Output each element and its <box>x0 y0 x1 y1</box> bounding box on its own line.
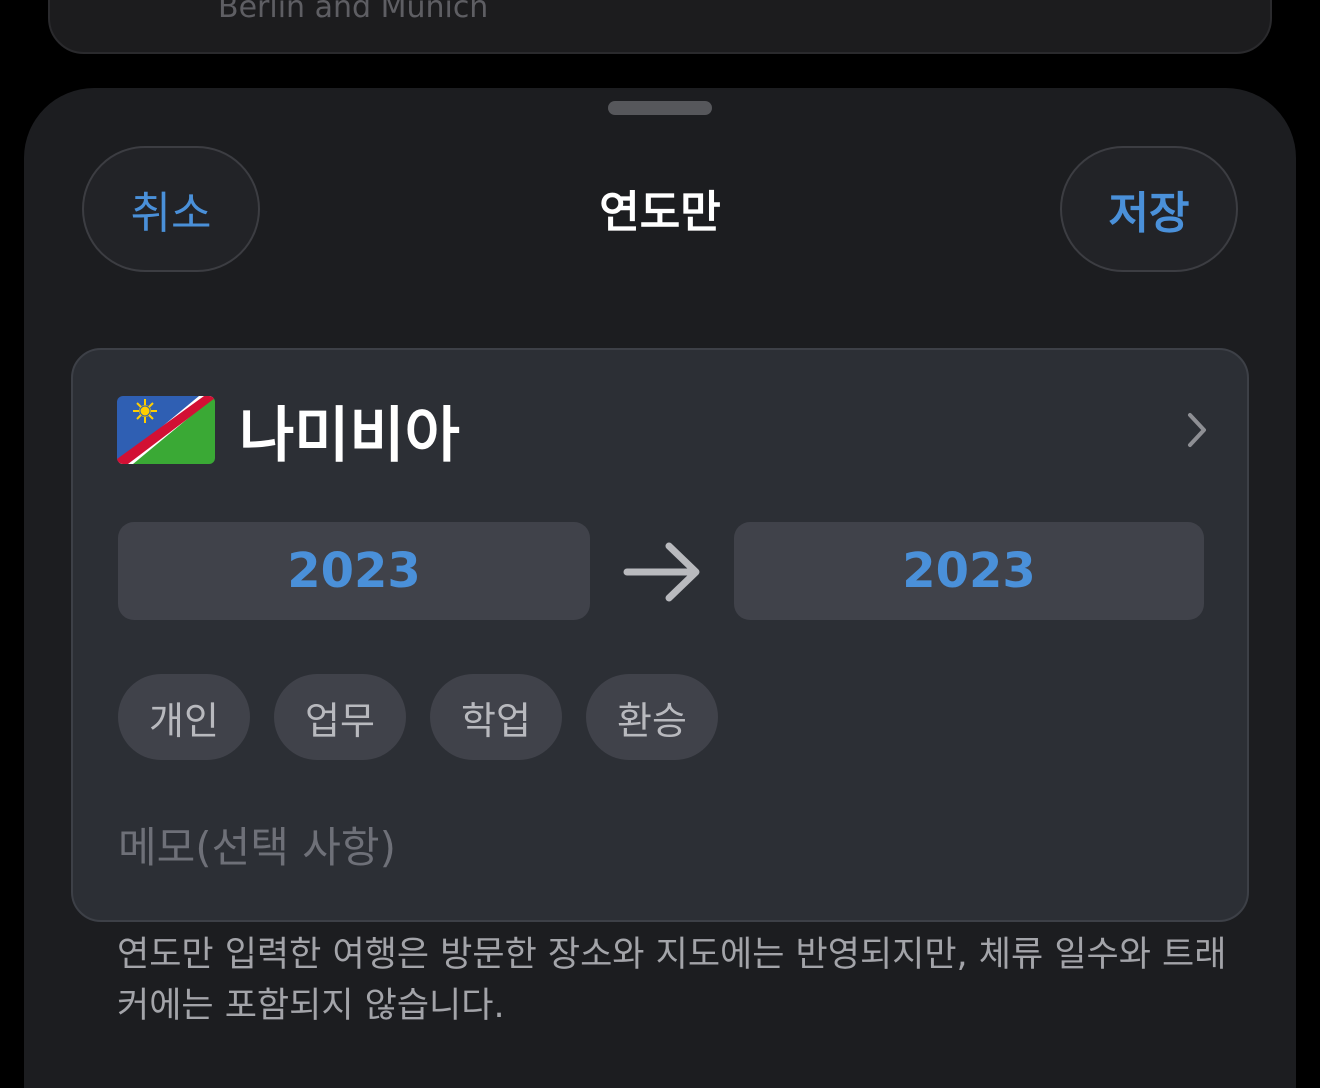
country-selector[interactable]: 나미비아 <box>117 390 1209 471</box>
tag-personal[interactable]: 개인 <box>118 674 250 760</box>
start-year-button[interactable]: 2023 <box>118 522 590 620</box>
background-trip-text: Berlin and Munich <box>218 0 489 25</box>
arrow-right-icon <box>623 542 700 602</box>
save-button[interactable]: 저장 <box>1060 146 1238 272</box>
end-year-button[interactable]: 2023 <box>734 522 1204 620</box>
tag-business[interactable]: 업무 <box>274 674 406 760</box>
trip-purpose-tags: 개인 업무 학업 환승 <box>118 674 718 760</box>
namibia-flag-icon <box>117 396 215 464</box>
tag-study[interactable]: 학업 <box>430 674 562 760</box>
chevron-right-icon <box>1188 413 1206 447</box>
background-trip-card[interactable]: Berlin and Munich <box>48 0 1272 54</box>
sheet-grabber[interactable] <box>608 101 712 115</box>
year-only-sheet: 취소 연도만 저장 나미비아 2023 2023 개인 업무 학업 환승 메모(… <box>24 88 1296 1088</box>
tag-transit[interactable]: 환승 <box>586 674 718 760</box>
memo-input[interactable]: 메모(선택 사항) <box>118 814 1198 874</box>
trip-card: 나미비아 2023 2023 개인 업무 학업 환승 메모(선택 사항) <box>71 348 1249 922</box>
footnote-text: 연도만 입력한 여행은 방문한 장소와 지도에는 반영되지만, 체류 일수와 트… <box>117 935 1227 1026</box>
country-name: 나미비아 <box>239 400 460 471</box>
